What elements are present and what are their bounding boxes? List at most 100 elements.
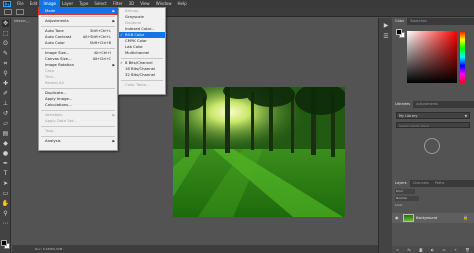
tab-paths[interactable]: Paths [432,180,448,187]
menu-file[interactable]: File [14,0,27,7]
tab-color[interactable]: Color [392,18,408,25]
move-tool-icon[interactable]: ✥ [2,20,9,27]
adjustment-icon[interactable]: ◐ [431,248,434,252]
menu-view[interactable]: View [137,0,153,7]
mode-item-32-bits-channel[interactable]: 32 Bits/Channel [119,72,165,78]
tab-swatches[interactable]: Swatches [407,18,430,25]
forest-photo[interactable] [173,87,345,217]
menu-item-reveal-all: Reveal All [39,80,117,86]
group-icon[interactable]: ▭ [442,248,445,252]
fx-icon[interactable]: fx [407,248,410,252]
menu-type[interactable]: Type [76,0,91,7]
dodge-tool-icon[interactable]: ● [2,150,9,157]
link-icon[interactable]: ∞ [396,248,399,252]
history-panel-icon[interactable]: ▶ [382,21,390,29]
document-tab[interactable]: MF9301_... [12,18,38,25]
eyedropper-tool-icon[interactable]: ⚲ [2,70,9,77]
blend-mode-select[interactable]: Normal [395,196,419,201]
properties-panel-icon[interactable]: ☰ [382,32,390,40]
image-menu-dropdown: Mode ▶ Adjustments ▶ Auto Tone Shift+Ctrl+L Au… [38,7,118,151]
menu-item-analysis[interactable]: Analysis ▶ [39,138,117,144]
path-selection-tool-icon[interactable]: ➤ [2,180,9,187]
menu-item-calculations[interactable]: Calculations... [39,102,117,108]
chevron-down-icon: ▼ [464,114,467,118]
menu-item-mode[interactable]: Mode ▶ [38,7,118,15]
more-tools-icon[interactable]: ⋯ [2,220,9,227]
panel-icon-strip: ▶ ☰ [378,18,392,253]
history-brush-tool-icon[interactable]: ↺ [2,110,9,117]
menu-item-apply-data-set: Apply Data Set... [39,118,117,124]
menu-item-label: Auto Tone [45,28,64,33]
layer-filter-kind[interactable]: Kind [395,189,415,194]
tab-channels[interactable]: Channels [410,180,432,187]
type-tool-icon[interactable]: T [2,170,9,177]
options-toggle-icon[interactable] [16,8,24,15]
menu-item-label: Calculations... [45,102,72,107]
submenu-arrow-icon: ▶ [112,19,115,23]
menu-select[interactable]: Select [91,0,109,7]
layer-row[interactable]: ◉ Background 🔒 [392,213,474,223]
tool-preset-icon[interactable] [4,8,12,15]
menu-3d[interactable]: 3D [126,0,138,7]
tab-layers[interactable]: Layers [392,180,410,187]
mode-item-label: 16 Bits/Channel [125,66,156,71]
menu-item-label: Mode [45,8,56,13]
library-select[interactable]: My Library ▼ [396,112,470,119]
menu-edit[interactable]: Edit [27,0,41,7]
healing-brush-tool-icon[interactable]: ✚ [2,80,9,87]
menu-layer[interactable]: Layer [59,0,76,7]
menu-item-label: Reveal All [45,80,64,85]
tools-panel: ✥ ⬚ ʘ ✎ ⌗ ⚲ ✚ ✐ ⊥ ↺ ▱ ▤ ◆ ● ✒ T ➤ ▭ ✋ ⚲ … [0,18,11,253]
hand-tool-icon[interactable]: ✋ [2,200,9,207]
gradient-tool-icon[interactable]: ▤ [2,130,9,137]
menu-item-shortcut: Shift+Ctrl+B [89,41,111,45]
menu-item-label: Adjustments [45,18,69,23]
tab-adjustments[interactable]: Adjustments [413,101,441,108]
menu-window[interactable]: Window [153,0,175,7]
submenu-arrow-icon: ▶ [112,9,115,13]
panel-foreground-swatch[interactable] [396,29,402,35]
mode-item-label: Grayscale [125,14,144,19]
library-search-input[interactable]: Search Adobe Stock [396,122,470,128]
trash-icon[interactable]: 🗑 [465,248,469,252]
mode-item-multichannel[interactable]: Multichannel [119,50,165,56]
crop-tool-icon[interactable]: ⌗ [2,60,9,67]
menu-item-label: Crop [45,68,54,73]
mode-item-label: Duotone [125,20,142,25]
blur-tool-icon[interactable]: ◆ [2,140,9,147]
menu-separator [41,135,115,137]
menu-item-auto-color[interactable]: Auto Color Shift+Ctrl+B [39,40,117,46]
menu-image[interactable]: Image [39,0,60,8]
menu-item-label: Auto Contrast [45,34,72,39]
eraser-tool-icon[interactable]: ▱ [2,120,9,127]
mode-item-label: Indexed Color... [125,26,155,31]
rectangle-tool-icon[interactable]: ▭ [2,190,9,197]
tab-libraries[interactable]: Libraries [392,101,414,108]
hue-slider[interactable] [460,31,465,83]
library-select-value: My Library [399,114,418,118]
zoom-tool-icon[interactable]: ⚲ [2,210,9,217]
menu-item-adjustments[interactable]: Adjustments ▶ [39,18,117,24]
menu-item-label: Apply Data Set... [45,118,78,123]
lasso-tool-icon[interactable]: ʘ [2,40,9,47]
quick-select-tool-icon[interactable]: ✎ [2,50,9,57]
marquee-tool-icon[interactable]: ⬚ [2,30,9,37]
mode-item-label: RGB Color [125,32,145,37]
menu-item-label: Image Size... [45,50,70,55]
new-layer-icon[interactable]: + [454,248,457,252]
menu-separator [41,15,115,17]
menu-item-label: Canvas Size... [45,56,72,61]
color-picker-field[interactable] [407,31,457,83]
brush-tool-icon[interactable]: ✐ [2,90,9,97]
clone-stamp-tool-icon[interactable]: ⊥ [2,100,9,107]
visibility-eye-icon[interactable]: ◉ [395,215,399,220]
foreground-color-swatch[interactable] [1,240,7,246]
color-swatches[interactable] [1,240,10,249]
mode-submenu: Bitmap Grayscale Duotone Indexed Color... ✓ R… [118,7,166,95]
menu-help[interactable]: Help [174,0,189,7]
menu-item-label: Apply Image... [45,96,73,101]
mask-icon[interactable]: ◙ [419,248,422,252]
menu-filter[interactable]: Filter [110,0,126,7]
pen-tool-icon[interactable]: ✒ [2,160,9,167]
cloud-icon [424,138,440,154]
